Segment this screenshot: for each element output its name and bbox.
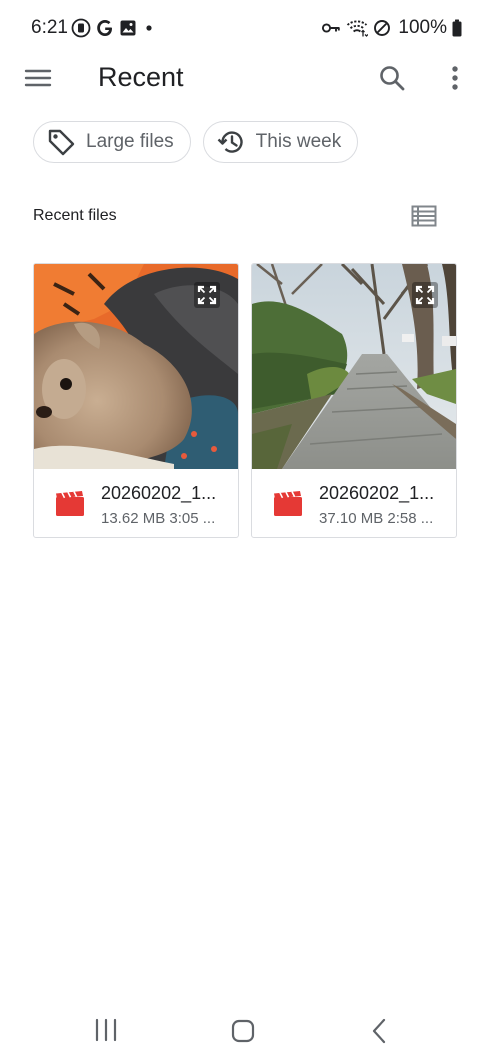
file-info: 20260202_1... 13.62 MB 3:05 ... — [34, 469, 238, 537]
file-name: 20260202_1... — [319, 483, 435, 503]
system-nav-bar — [0, 1000, 490, 1061]
back-icon[interactable] — [368, 1017, 392, 1045]
recents-icon[interactable] — [92, 1018, 120, 1042]
battery-percent: 100% — [398, 17, 447, 38]
section-title: Recent files — [33, 207, 117, 224]
search-button[interactable] — [376, 62, 408, 94]
chip-this-week[interactable]: This week — [202, 121, 359, 163]
dot-icon — [142, 19, 156, 37]
menu-icon — [24, 69, 52, 87]
gallery-icon — [119, 19, 137, 37]
file-thumbnail — [34, 264, 238, 469]
more-vert-icon — [452, 66, 458, 90]
file-thumbnail — [252, 264, 456, 469]
status-right-icons: 100% — [321, 17, 462, 39]
file-name: 20260202_1... — [101, 483, 217, 503]
top-app-bar: Recent — [0, 56, 490, 100]
home-icon[interactable] — [229, 1017, 257, 1045]
video-icon — [274, 491, 302, 516]
tag-icon — [48, 129, 75, 156]
file-card[interactable]: 20260202_1... 37.10 MB 2:58 ... — [251, 263, 457, 538]
vpn-key-icon — [321, 20, 341, 36]
search-icon — [380, 66, 405, 91]
file-card[interactable]: 20260202_1... 13.62 MB 3:05 ... — [33, 263, 239, 538]
menu-button[interactable] — [23, 66, 53, 90]
chip-label: Large files — [86, 131, 174, 152]
status-left-icons — [71, 18, 156, 38]
video-icon — [56, 491, 84, 516]
google-icon — [96, 18, 114, 38]
dnd-icon — [71, 18, 91, 38]
file-info: 20260202_1... 37.10 MB 2:58 ... — [252, 469, 456, 537]
file-meta: 37.10 MB 2:58 ... — [319, 510, 434, 527]
battery-icon — [452, 19, 462, 37]
file-meta: 13.62 MB 3:05 ... — [101, 510, 216, 527]
filter-chips: Large files This week — [33, 121, 359, 163]
blocked-icon — [373, 19, 391, 37]
history-icon — [217, 131, 243, 153]
status-time: 6:21 — [31, 17, 68, 38]
view-toggle-button[interactable] — [409, 203, 439, 229]
wifi-icon — [346, 18, 369, 38]
expand-icon — [197, 285, 217, 305]
expand-button[interactable] — [412, 282, 438, 308]
chip-label: This week — [255, 131, 342, 152]
list-view-icon — [411, 205, 437, 227]
status-bar: 6:21 100% — [0, 0, 490, 56]
chip-large-files[interactable]: Large files — [33, 121, 191, 163]
expand-icon — [415, 285, 435, 305]
page-title: Recent — [98, 62, 184, 92]
more-options-button[interactable] — [440, 62, 470, 94]
expand-button[interactable] — [194, 282, 220, 308]
